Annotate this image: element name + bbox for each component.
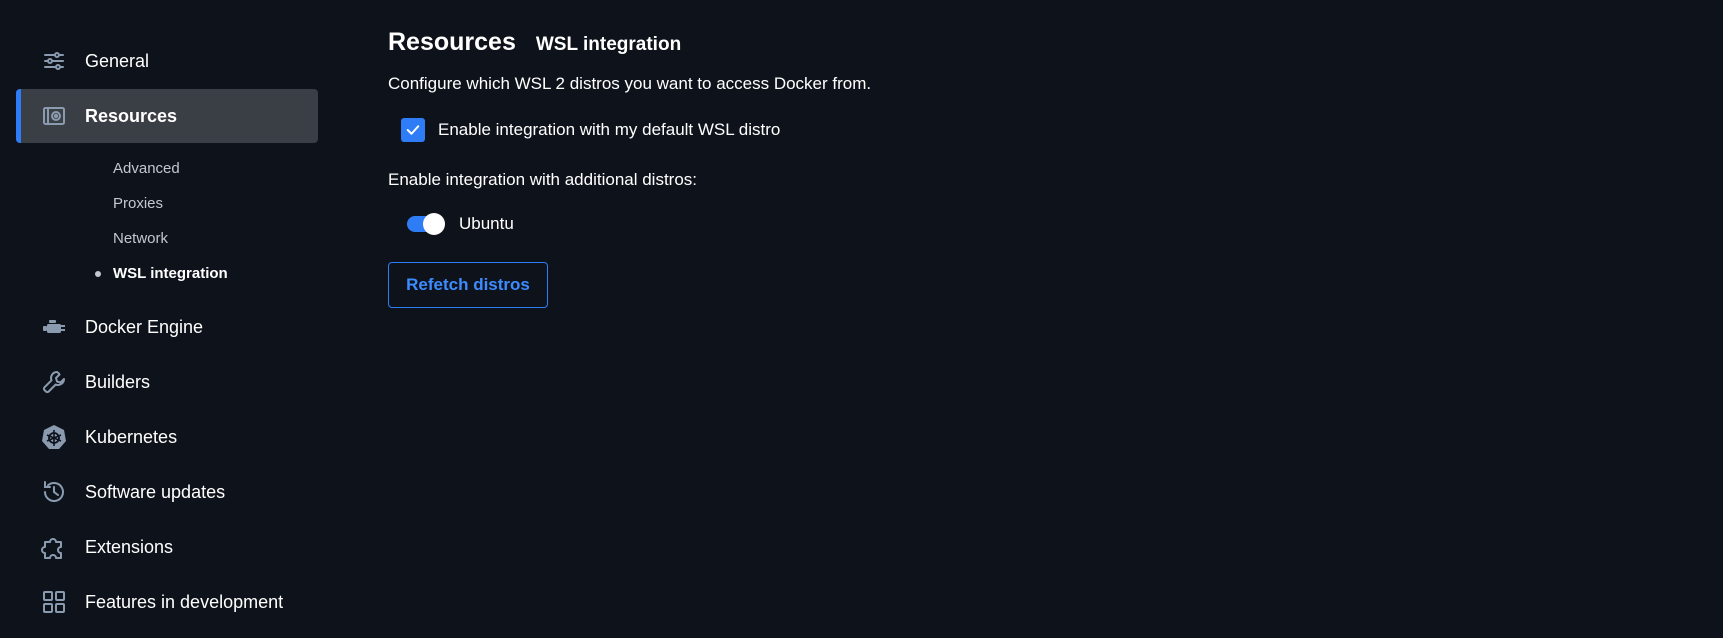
settings-sidebar: General Resources Advanced Proxies Netwo… [0,0,330,638]
page-header: Resources WSL integration [388,28,681,57]
app-window: General Resources Advanced Proxies Netwo… [0,0,1723,638]
sidebar-subitem-proxies[interactable]: Proxies [113,195,163,212]
sidebar-subitem-network[interactable]: Network [113,230,168,247]
sidebar-item-label: Features in development [85,591,284,612]
sidebar-item-kubernetes[interactable]: Kubernetes [16,410,318,464]
wrench-icon [40,368,68,396]
kubernetes-icon [40,423,68,451]
page-title: Resources [388,28,516,56]
sidebar-item-resources[interactable]: Resources [16,89,318,143]
clock-update-icon [40,478,68,506]
page-subtitle: WSL integration [535,34,682,55]
sidebar-item-features-in-development[interactable]: Features in development [16,575,318,629]
refetch-distros-button[interactable]: Refetch distros [388,262,548,308]
active-bullet [95,271,101,277]
sidebar-item-general[interactable]: General [16,34,318,88]
sidebar-item-label: Kubernetes [85,426,178,447]
default-distro-checkbox[interactable] [401,118,425,142]
default-distro-checkbox-label: Enable integration with my default WSL d… [438,120,781,139]
additional-distros-label: Enable integration with additional distr… [388,170,698,189]
sliders-icon [40,47,68,75]
sidebar-item-builders[interactable]: Builders [16,355,318,409]
sidebar-subitem-wsl-integration[interactable]: WSL integration [113,265,228,282]
sidebar-item-extensions[interactable]: Extensions [16,520,318,574]
page-description: Configure which WSL 2 distros you want t… [388,74,872,93]
sidebar-item-software-updates[interactable]: Software updates [16,465,318,519]
puzzle-icon [40,533,68,561]
resources-icon [40,102,68,130]
settings-content: Resources WSL integration Configure whic… [388,0,1723,638]
default-distro-checkbox-row[interactable]: Enable integration with my default WSL d… [401,118,780,142]
distro-toggle-ubuntu[interactable] [407,213,445,235]
distro-toggle-row-ubuntu[interactable]: Ubuntu [407,213,514,235]
sidebar-item-label: Resources [85,105,178,126]
sidebar-subitem-advanced[interactable]: Advanced [113,160,180,177]
sidebar-item-label: Builders [85,371,151,392]
sidebar-item-label: General [85,50,150,71]
grid-icon [40,588,68,616]
checkmark-icon [406,125,420,135]
sidebar-item-label: Extensions [85,536,174,557]
distro-name: Ubuntu [459,214,514,233]
sidebar-item-label: Docker Engine [85,316,204,337]
sidebar-item-docker-engine[interactable]: Docker Engine [16,300,318,354]
toggle-knob [423,213,445,235]
sidebar-item-label: Software updates [85,481,226,502]
engine-icon [40,313,68,341]
